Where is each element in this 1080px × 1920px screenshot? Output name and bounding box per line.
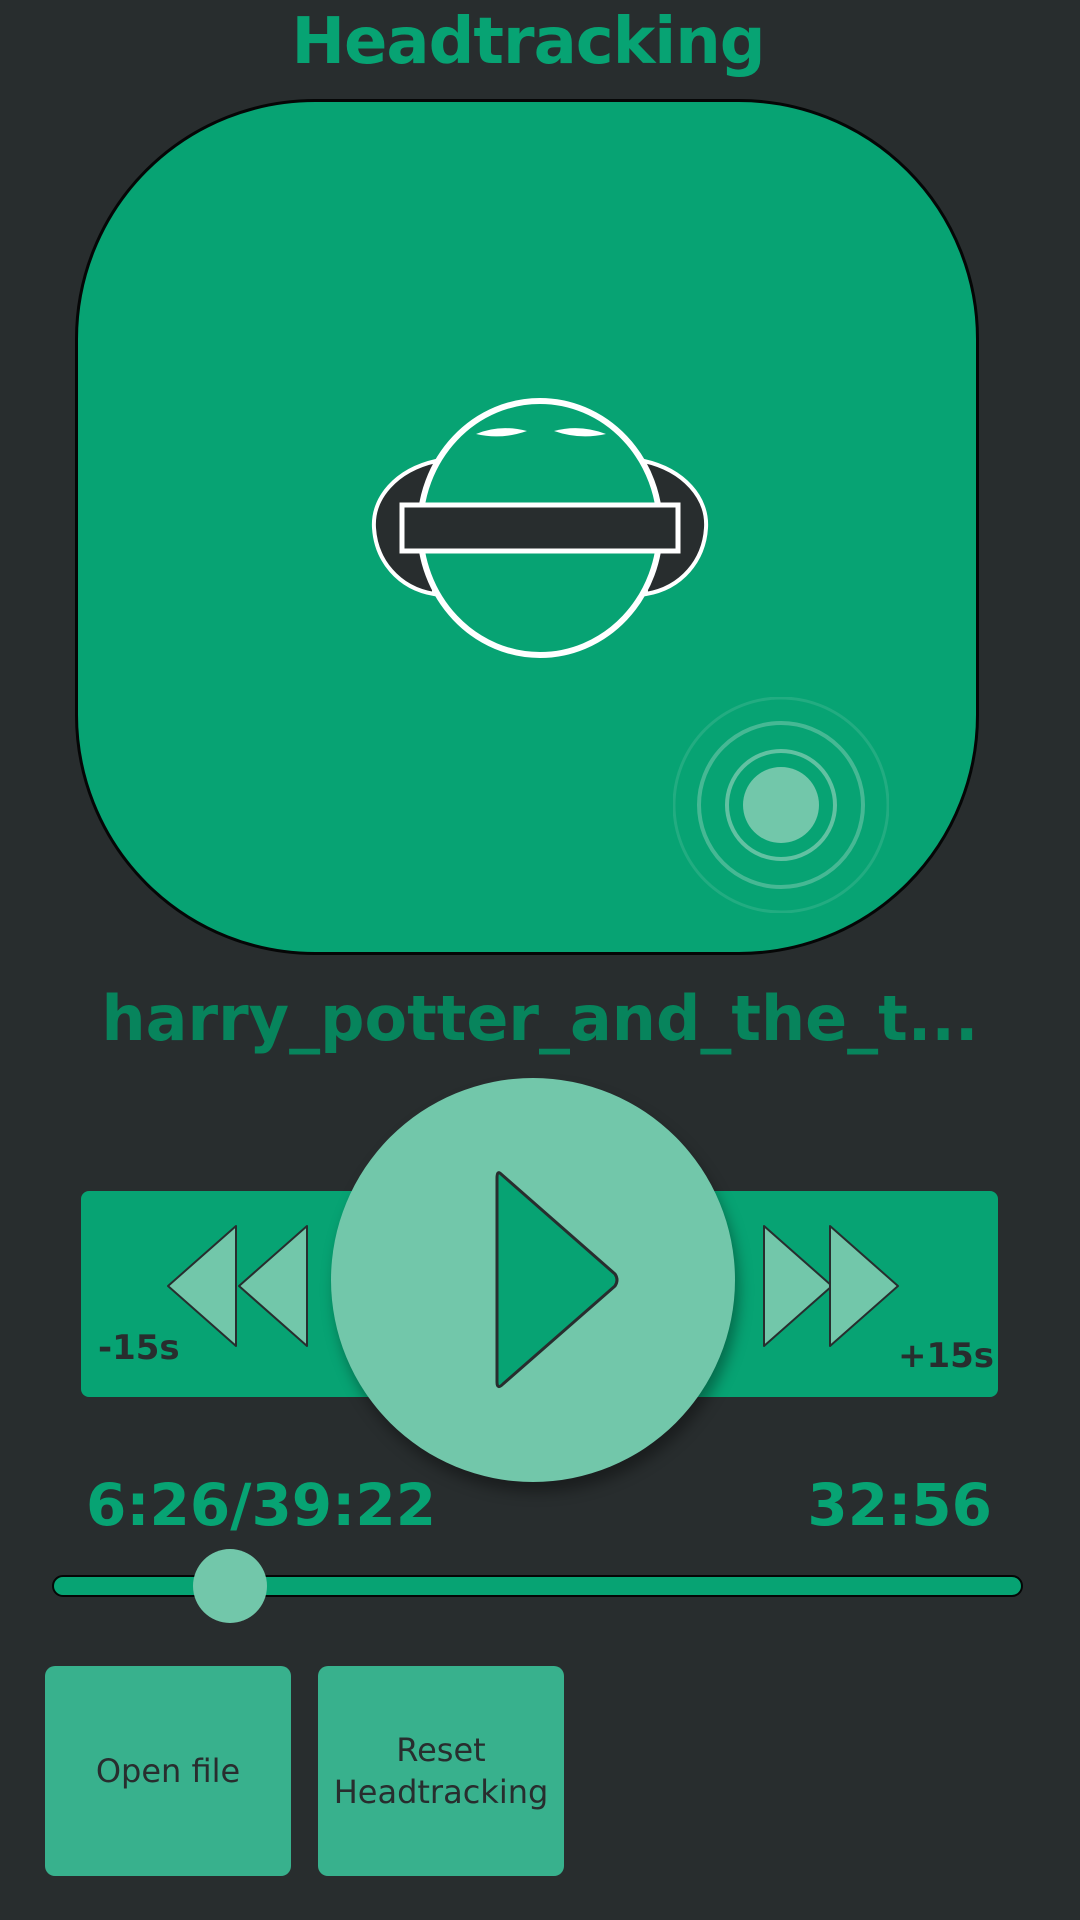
reset-headtracking-button[interactable]: Reset Headtracking xyxy=(318,1666,564,1876)
open-file-label: Open file xyxy=(95,1752,241,1790)
remaining-time: 32:56 xyxy=(807,1471,992,1539)
open-file-button[interactable]: Open file xyxy=(45,1666,291,1876)
skip-back-label: -15s xyxy=(98,1328,180,1368)
seek-thumb[interactable] xyxy=(193,1549,268,1623)
reset-headtracking-label: Reset Headtracking xyxy=(333,1731,549,1811)
drag-knob-icon[interactable] xyxy=(673,697,889,913)
skip-forward-label: +15s xyxy=(898,1336,995,1376)
track-filename: harry_potter_and_the_t... xyxy=(101,982,979,1055)
elapsed-total-time: 6:26/39:22 xyxy=(86,1471,437,1539)
headphones-head-icon xyxy=(371,398,709,658)
page-title: Headtracking xyxy=(291,5,765,79)
play-icon xyxy=(495,1171,619,1389)
fast-forward-icon[interactable] xyxy=(758,1222,908,1352)
rewind-icon[interactable] xyxy=(164,1222,314,1352)
